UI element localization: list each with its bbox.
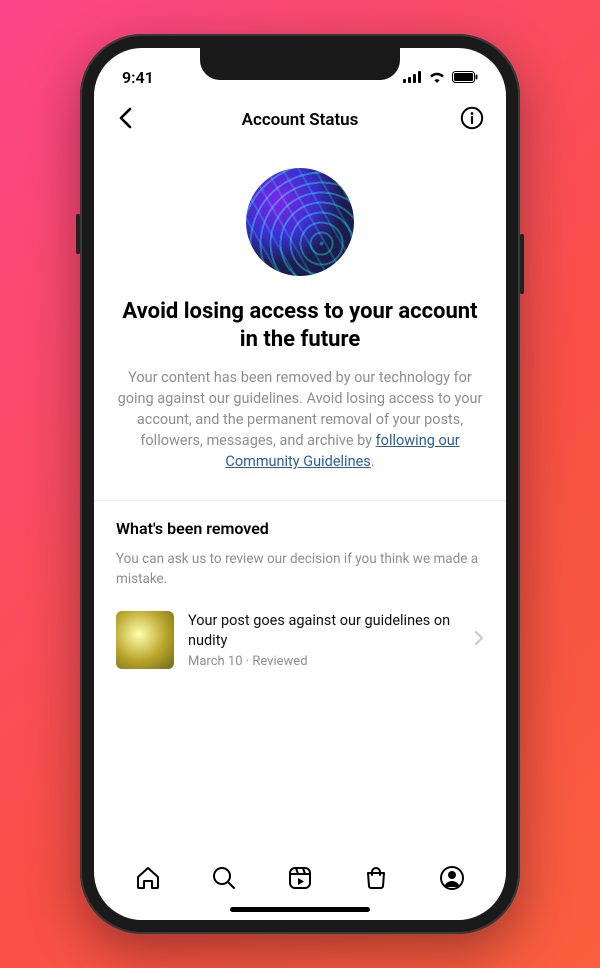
- tab-search[interactable]: [210, 864, 238, 892]
- reels-icon: [287, 865, 313, 891]
- page-header: Account Status: [94, 96, 506, 144]
- removed-item-texts: Your post goes against our guidelines on…: [188, 611, 460, 669]
- profile-icon: [439, 865, 465, 891]
- info-icon: [460, 106, 484, 130]
- tab-home[interactable]: [134, 864, 162, 892]
- device-frame: 9:41 Account Status: [80, 34, 520, 934]
- divider: [94, 500, 506, 501]
- avatar-wrap: [94, 152, 506, 288]
- status-time: 9:41: [122, 68, 154, 87]
- search-icon: [211, 865, 237, 891]
- removed-section-title: What's been removed: [94, 519, 506, 550]
- screen: 9:41 Account Status: [94, 48, 506, 920]
- info-button[interactable]: [456, 102, 488, 138]
- avatar: [246, 168, 354, 276]
- notch: [200, 48, 400, 80]
- hero-body: Your content has been removed by our tec…: [94, 367, 506, 500]
- tab-reels[interactable]: [286, 864, 314, 892]
- hero-headline: Avoid losing access to your account in t…: [94, 288, 506, 367]
- back-button[interactable]: [112, 101, 138, 139]
- home-icon: [135, 865, 161, 891]
- tab-profile[interactable]: [438, 864, 466, 892]
- cellular-icon: [403, 68, 422, 87]
- hero-body-period: .: [371, 453, 375, 470]
- content: Avoid losing access to your account in t…: [94, 144, 506, 844]
- home-indicator[interactable]: [230, 907, 370, 912]
- shop-icon: [363, 865, 389, 891]
- wifi-icon: [428, 68, 446, 87]
- removed-item[interactable]: Your post goes against our guidelines on…: [94, 611, 506, 669]
- removed-section-subtitle: You can ask us to review our decision if…: [94, 550, 506, 611]
- page-title: Account Status: [242, 110, 359, 130]
- removed-thumbnail: [116, 611, 174, 669]
- tab-shop[interactable]: [362, 864, 390, 892]
- chevron-right-icon: [474, 630, 484, 650]
- removed-item-title: Your post goes against our guidelines on…: [188, 611, 460, 650]
- chevron-left-icon: [118, 107, 132, 129]
- battery-icon: [452, 68, 478, 87]
- status-icons: [403, 68, 478, 87]
- removed-item-meta: March 10 · Reviewed: [188, 654, 460, 669]
